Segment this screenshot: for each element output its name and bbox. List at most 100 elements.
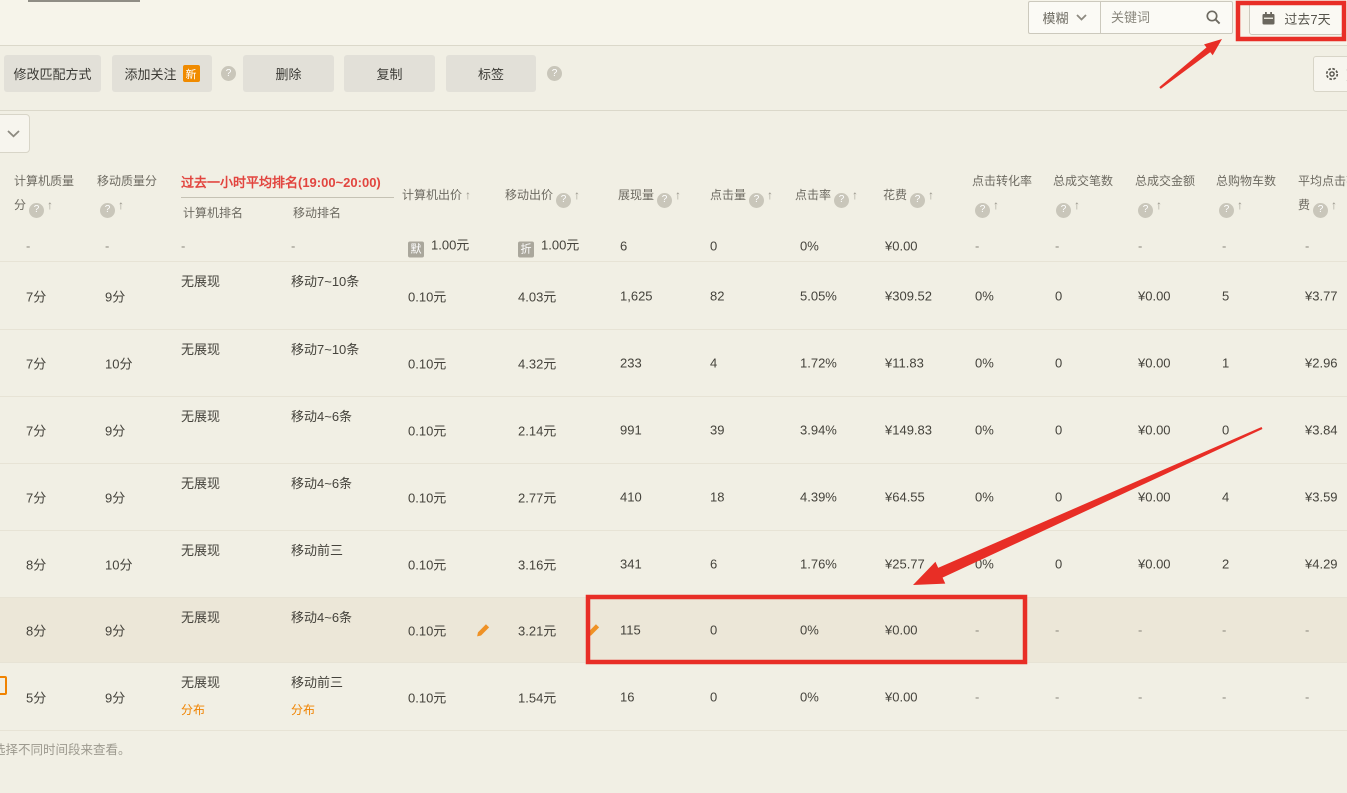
cell-pc-bid: 0.10元: [408, 555, 446, 574]
help-icon[interactable]: ?: [221, 66, 236, 81]
help-icon[interactable]: ?: [100, 203, 115, 218]
column-header-pc-bid: 计算机出价↑: [402, 188, 471, 203]
sort-arrow-icon[interactable]: ↑: [1237, 198, 1243, 212]
cell-mobile-bid: 1.54元: [518, 687, 556, 706]
cell-pc-quality-score: 7分: [26, 488, 46, 507]
chevron-down-icon: [7, 130, 20, 138]
cell-mobile-bid: 4.03元: [518, 286, 556, 305]
summary-row[interactable]: ----默1.00元折1.00元600%¥0.00-----: [0, 230, 1347, 262]
distribution-link[interactable]: 分布: [291, 701, 343, 718]
cell-conversion-rate: 0%: [975, 356, 994, 371]
help-icon[interactable]: ?: [657, 193, 672, 208]
date-range-button[interactable]: 过去7天: [1249, 2, 1343, 35]
search-icon[interactable]: [1205, 9, 1222, 26]
keyword-search-input[interactable]: [1101, 10, 1205, 25]
cell-conversion-rate: 0%: [975, 557, 994, 572]
match-mode-dropdown[interactable]: 模糊: [1028, 1, 1100, 34]
add-follow-label: 添加关注: [124, 64, 176, 83]
help-icon[interactable]: ?: [29, 203, 44, 218]
help-icon[interactable]: ?: [749, 193, 764, 208]
cell-clicks: 4: [710, 356, 717, 371]
cell-total-carts: 1: [1222, 356, 1229, 371]
cell-pc-rank: -: [181, 238, 185, 253]
cell-ctr: 3.94%: [800, 423, 837, 438]
cell-mobile-quality-score: 9分: [105, 621, 125, 640]
cell-impressions: 1,625: [620, 288, 653, 303]
sort-arrow-icon[interactable]: ↑: [47, 198, 53, 212]
cell-impressions: 6: [620, 238, 627, 253]
cell-total-carts: 2: [1222, 557, 1229, 572]
sort-arrow-icon[interactable]: ↑: [675, 188, 681, 202]
help-icon[interactable]: ?: [1138, 203, 1153, 218]
edit-pencil-icon[interactable]: [586, 623, 601, 638]
table-row[interactable]: 8分9分无展现移动4~6条0.10元3.21元11500%¥0.00-----: [0, 598, 1347, 663]
bid-type-badge: 默: [408, 241, 424, 257]
cell-clicks: 0: [710, 689, 717, 704]
cell-pc-quality-score: -: [26, 238, 30, 253]
help-icon[interactable]: ?: [1313, 203, 1328, 218]
sort-arrow-icon[interactable]: ↑: [465, 188, 471, 202]
cell-pc-bid: 0.10元: [408, 286, 446, 305]
distribution-link[interactable]: 分布: [181, 701, 220, 718]
cell-cost: ¥64.55: [885, 490, 925, 505]
cell-mobile-rank: 移动4~6条: [291, 473, 352, 492]
cell-clicks: 39: [710, 423, 724, 438]
collapse-panel-button[interactable]: [0, 114, 30, 153]
column-settings-button[interactable]: 更: [1313, 56, 1347, 92]
cell-cost: ¥309.52: [885, 288, 932, 303]
cell-mobile-bid: 2.14元: [518, 421, 556, 440]
help-icon[interactable]: ?: [556, 193, 571, 208]
table-row[interactable]: 7分10分无展现移动7~10条0.10元4.32元23341.72%¥11.83…: [0, 330, 1347, 397]
cell-mobile-rank: -: [291, 238, 295, 253]
sort-arrow-icon[interactable]: ↑: [118, 198, 124, 212]
cell-mobile-rank: 移动7~10条: [291, 271, 359, 290]
cell-total-carts: -: [1222, 623, 1226, 638]
sort-arrow-icon[interactable]: ↑: [852, 188, 858, 202]
cell-pc-bid: 0.10元: [408, 621, 491, 640]
footer-hint: 选择不同时间段来查看。: [0, 739, 131, 758]
cell-cost: ¥0.00: [885, 689, 918, 704]
help-icon[interactable]: ?: [834, 193, 849, 208]
copy-button[interactable]: 复制: [344, 55, 435, 92]
cell-ctr: 0%: [800, 238, 819, 253]
table-row[interactable]: 8分10分无展现移动前三0.10元3.16元34161.76%¥25.770%0…: [0, 531, 1347, 598]
sort-arrow-icon[interactable]: ↑: [574, 188, 580, 202]
sort-arrow-icon[interactable]: ↑: [767, 188, 773, 202]
table-row[interactable]: 7分9分无展现移动4~6条0.10元2.14元991393.94%¥149.83…: [0, 397, 1347, 464]
clipped-tab-edge: [28, 0, 140, 2]
table-row[interactable]: 7分9分无展现移动4~6条0.10元2.77元410184.39%¥64.550…: [0, 464, 1347, 531]
cell-ctr: 1.72%: [800, 356, 837, 371]
cell-total-amount: ¥0.00: [1138, 423, 1171, 438]
help-icon[interactable]: ?: [910, 193, 925, 208]
help-icon[interactable]: ?: [547, 66, 562, 81]
edit-pencil-icon[interactable]: [476, 623, 491, 638]
table-row[interactable]: 5分9分无展现分布移动前三分布0.10元1.54元1600%¥0.00-----: [0, 663, 1347, 731]
column-header-total-carts: 总购物车数?↑: [1216, 174, 1276, 218]
help-icon[interactable]: ?: [975, 203, 990, 218]
sort-arrow-icon[interactable]: ↑: [1156, 198, 1162, 212]
tag-button[interactable]: 标签: [446, 55, 536, 92]
cell-impressions: 16: [620, 689, 634, 704]
cell-mobile-bid: 3.21元: [518, 621, 601, 640]
sort-arrow-icon[interactable]: ↑: [993, 198, 999, 212]
help-icon[interactable]: ?: [1056, 203, 1071, 218]
table-row[interactable]: 7分9分无展现移动7~10条0.10元4.03元1,625825.05%¥309…: [0, 262, 1347, 330]
cell-mobile-quality-score: 10分: [105, 354, 132, 373]
cell-cost: ¥149.83: [885, 423, 932, 438]
help-icon[interactable]: ?: [1219, 203, 1234, 218]
sort-arrow-icon[interactable]: ↑: [928, 188, 934, 202]
keyword-search-box: [1100, 1, 1233, 34]
sort-arrow-icon[interactable]: ↑: [1074, 198, 1080, 212]
tag-label: 标签: [478, 64, 504, 83]
cell-impressions: 410: [620, 490, 642, 505]
delete-button[interactable]: 删除: [243, 55, 334, 92]
cell-total-orders: -: [1055, 689, 1059, 704]
cell-conversion-rate: -: [975, 689, 979, 704]
column-header-clicks: 点击量?↑: [710, 188, 773, 208]
cell-mobile-quality-score: 9分: [105, 286, 125, 305]
add-follow-button[interactable]: 添加关注 新: [112, 55, 212, 92]
column-header-pc-rank: 计算机排名: [183, 204, 243, 221]
modify-match-type-button[interactable]: 修改匹配方式: [4, 55, 101, 92]
gear-icon: [1324, 66, 1340, 82]
sort-arrow-icon[interactable]: ↑: [1331, 198, 1337, 212]
